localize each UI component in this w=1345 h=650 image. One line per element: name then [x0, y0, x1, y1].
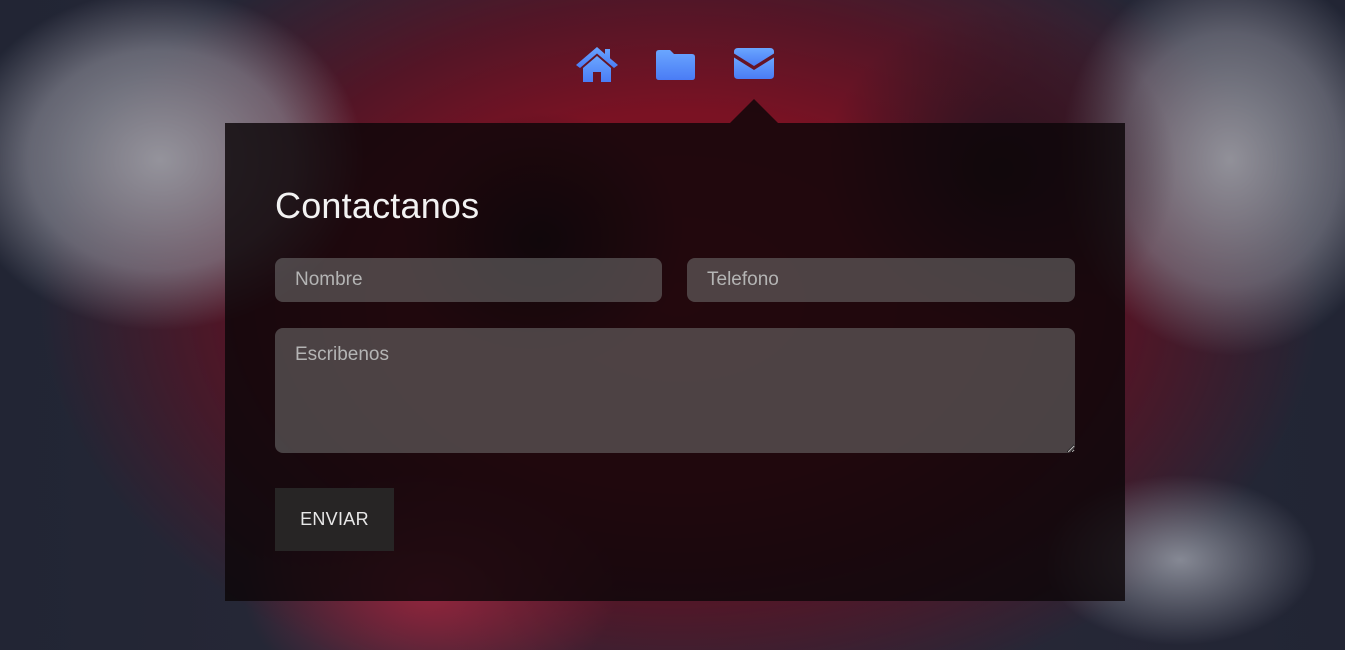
message-field[interactable] [275, 328, 1075, 453]
contact-panel: Contactanos ENVIAR [225, 123, 1125, 601]
phone-field[interactable] [687, 258, 1075, 302]
folder-icon [656, 50, 695, 80]
nav-folder-link[interactable] [647, 40, 703, 90]
send-button[interactable]: ENVIAR [275, 488, 394, 551]
contact-title: Contactanos [275, 185, 480, 226]
envelope-icon [734, 48, 774, 79]
nav-contact-link[interactable] [726, 40, 782, 90]
nav-home-link[interactable] [568, 40, 624, 90]
home-icon [576, 47, 618, 82]
top-nav [0, 40, 1345, 90]
active-tab-pointer [730, 99, 778, 123]
name-field[interactable] [275, 258, 662, 302]
